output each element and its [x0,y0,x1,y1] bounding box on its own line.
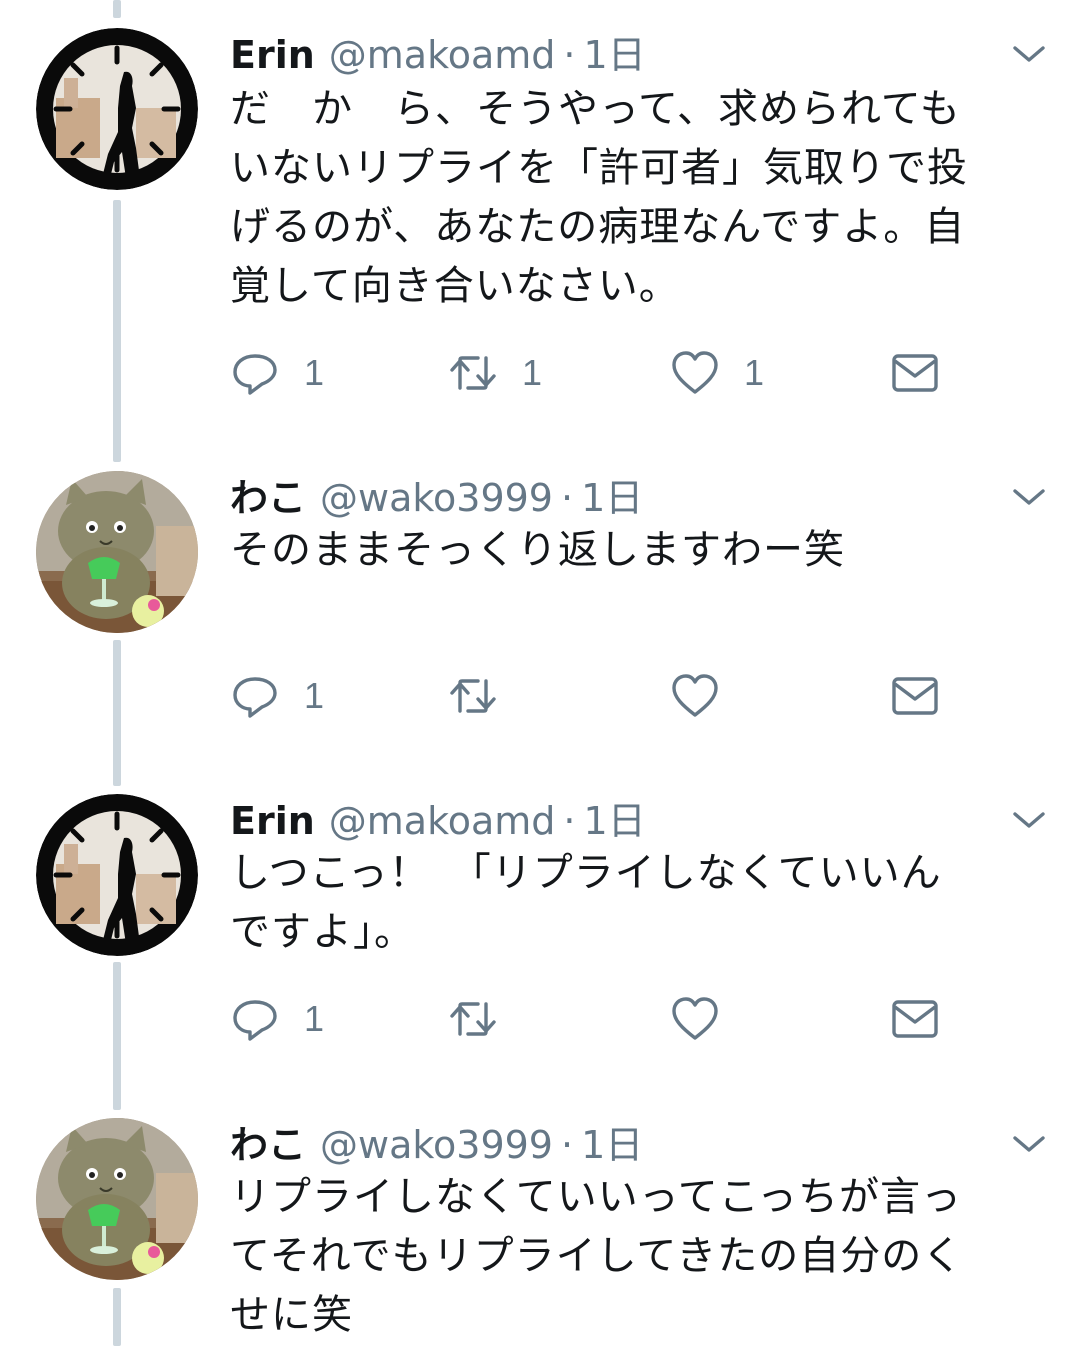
chevron-down-icon [1012,487,1046,507]
tweet-header: わこ @wako3999 · 1日 [230,1114,643,1168]
reply-button[interactable]: 1 [230,994,324,1044]
chevron-down-icon [1012,44,1046,64]
tweet-menu-button[interactable] [1012,1134,1046,1154]
avatar[interactable] [36,794,198,956]
retweet-count: 1 [522,352,543,393]
user-handle[interactable]: @wako3999 [320,476,553,520]
like-button[interactable] [670,994,720,1044]
retweet-button[interactable] [448,671,498,721]
display-name[interactable]: Erin [230,33,315,77]
tweet-header: Erin @makoamd · 1日 [230,790,646,844]
avatar[interactable] [36,28,198,190]
like-icon [670,994,720,1044]
reply-button[interactable]: 1 [230,348,324,398]
timestamp[interactable]: 1日 [581,467,643,522]
separator-dot: · [561,476,574,520]
tweet-menu-button[interactable] [1012,810,1046,830]
direct-message-icon [890,671,940,721]
conversation-timeline: Erin @makoamd · 1日 だ か ら、そうやって、求められても いな… [0,0,1080,1346]
tweet-actions: 1 1 1 [230,348,950,398]
tweet-header: Erin @makoamd · 1日 [230,24,646,78]
cat-plush-avatar-icon [36,471,198,633]
retweet-icon [448,348,498,398]
like-icon [670,671,720,721]
retweet-icon [448,671,498,721]
display-name[interactable]: わこ [230,467,306,522]
display-name[interactable]: Erin [230,799,315,843]
tweet-text: リプライしなくていいってこっちが言っ てそれでもリプライしてきたの自分のく せに… [230,1174,964,1338]
like-button[interactable]: 1 [670,348,764,398]
reply-icon [230,671,280,721]
retweet-button[interactable] [448,994,498,1044]
direct-message-icon [890,348,940,398]
reply-icon [230,994,280,1044]
display-name[interactable]: わこ [230,1114,306,1169]
separator-dot: · [561,1123,574,1167]
tweet-actions: 1 [230,994,950,1044]
timestamp[interactable]: 1日 [581,1114,643,1169]
reply-count: 1 [304,675,325,716]
reply-button[interactable]: 1 [230,671,324,721]
tweet-text: しつこっ！ 「リプライしなくていいん ですよ」。 [230,850,942,955]
avatar[interactable] [36,1118,198,1280]
cat-plush-avatar-icon [36,1118,198,1280]
clock-silhouette-avatar-icon [36,794,198,956]
like-button[interactable] [670,671,720,721]
retweet-icon [448,994,498,1044]
reply-count: 1 [304,998,325,1039]
tweet-actions: 1 [230,671,950,721]
tweet-text: だ か ら、そうやって、求められても いないリプライを「許可者」気取りで投 げる… [230,86,968,309]
separator-dot: · [563,799,576,843]
timestamp[interactable]: 1日 [584,24,646,79]
reply-count: 1 [304,352,325,393]
thread-line [113,1288,121,1346]
thread-line [113,640,121,786]
reply-icon [230,348,280,398]
user-handle[interactable]: @wako3999 [320,1123,553,1167]
direct-message-button[interactable] [890,348,940,398]
tweet-menu-button[interactable] [1012,44,1046,64]
like-icon [670,348,720,398]
retweet-button[interactable]: 1 [448,348,542,398]
chevron-down-icon [1012,810,1046,830]
direct-message-button[interactable] [890,994,940,1044]
thread-line [113,962,121,1110]
thread-line [113,0,121,18]
separator-dot: · [563,33,576,77]
clock-silhouette-avatar-icon [36,28,198,190]
thread-line [113,200,121,462]
user-handle[interactable]: @makoamd [329,799,556,843]
direct-message-button[interactable] [890,671,940,721]
tweet-menu-button[interactable] [1012,487,1046,507]
direct-message-icon [890,994,940,1044]
chevron-down-icon [1012,1134,1046,1154]
avatar[interactable] [36,471,198,633]
like-count: 1 [744,352,765,393]
tweet-header: わこ @wako3999 · 1日 [230,467,643,521]
tweet-text: そのままそっくり返しますわー笑 [230,527,845,573]
timestamp[interactable]: 1日 [584,790,646,845]
user-handle[interactable]: @makoamd [329,33,556,77]
